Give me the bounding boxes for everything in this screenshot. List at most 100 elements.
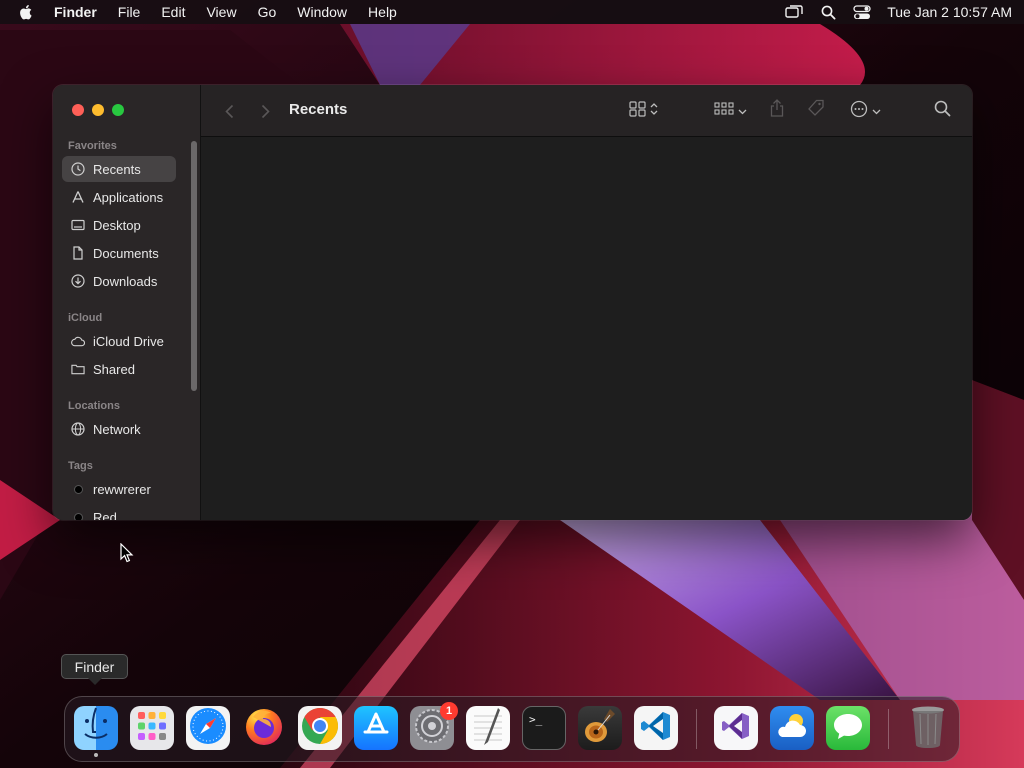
screen-mirroring-icon[interactable] — [785, 4, 803, 20]
maximize-button[interactable] — [112, 104, 124, 116]
dock-separator — [696, 709, 697, 749]
forward-button[interactable] — [257, 101, 273, 121]
chrome-icon — [300, 706, 340, 751]
share-button[interactable] — [767, 98, 787, 122]
sidebar-item-icloud-drive[interactable]: iCloud Drive — [62, 328, 176, 354]
sidebar-item-downloads[interactable]: Downloads — [62, 268, 176, 294]
dock-weather[interactable] — [770, 706, 814, 750]
close-button[interactable] — [72, 104, 84, 116]
tag-color-dot — [74, 484, 83, 494]
sidebar-item-label: Documents — [93, 245, 159, 261]
file-list-area[interactable] — [201, 138, 972, 520]
sidebar-section-favorites: Favorites — [68, 140, 117, 152]
dock-system-settings[interactable]: 1 — [410, 702, 458, 750]
control-center-icon[interactable] — [853, 4, 871, 20]
dock-separator — [888, 709, 889, 749]
dock-tooltip: Finder — [61, 654, 128, 685]
dock-messages[interactable] — [826, 706, 870, 750]
running-indicator — [94, 753, 98, 757]
sidebar-item-label: Downloads — [93, 273, 158, 289]
dock-app-store[interactable] — [354, 706, 398, 750]
sidebar-section-tags: Tags — [68, 460, 93, 472]
finder-sidebar: Favorites Recents Applications Desktop D… — [53, 85, 201, 520]
dock-terminal[interactable]: >_ — [522, 706, 566, 750]
chevron-down-icon — [738, 102, 747, 120]
download-icon — [71, 274, 85, 288]
sidebar-item-desktop[interactable]: Desktop — [62, 212, 176, 238]
messages-icon — [832, 711, 864, 746]
view-mode-button[interactable] — [623, 100, 663, 122]
sidebar-section-locations: Locations — [68, 400, 120, 412]
icon-grid-icon — [628, 100, 647, 122]
search-icon — [934, 100, 951, 122]
sidebar-tag-red[interactable]: Red — [62, 504, 176, 520]
spotlight-search-icon[interactable] — [819, 4, 837, 20]
dock-finder[interactable] — [74, 704, 118, 757]
group-by-button[interactable] — [711, 100, 749, 122]
menu-clock[interactable]: Tue Jan 2 10:57 AM — [887, 4, 1012, 20]
back-button[interactable] — [221, 101, 237, 121]
dock: 1 >_ — [64, 696, 960, 762]
finder-toolbar: Recents — [201, 85, 972, 137]
finder-window: Favorites Recents Applications Desktop D… — [53, 85, 972, 520]
menu-go[interactable]: Go — [258, 4, 277, 20]
clock-icon — [71, 162, 85, 176]
apple-menu-icon[interactable] — [18, 4, 34, 20]
weather-icon — [774, 710, 810, 747]
visual-studio-icon — [720, 710, 752, 747]
sidebar-item-label: Recents — [93, 161, 141, 177]
finder-icon — [74, 704, 118, 753]
document-icon — [71, 246, 85, 260]
chevron-updown-icon — [650, 102, 658, 121]
dock-chrome[interactable] — [298, 706, 342, 750]
sidebar-item-network[interactable]: Network — [62, 416, 176, 442]
terminal-icon: >_ — [529, 713, 543, 726]
sidebar-item-label: Desktop — [93, 217, 141, 233]
sidebar-item-label: Shared — [93, 361, 135, 377]
action-menu-button[interactable] — [847, 100, 883, 122]
sidebar-item-shared[interactable]: Shared — [62, 356, 176, 382]
menu-edit[interactable]: Edit — [161, 4, 185, 20]
menu-view[interactable]: View — [206, 4, 236, 20]
sidebar-item-applications[interactable]: Applications — [62, 184, 176, 210]
dock-visual-studio[interactable] — [714, 706, 758, 750]
sidebar-scrollbar[interactable] — [191, 141, 197, 391]
dock-launchpad[interactable] — [130, 706, 174, 750]
dock-safari[interactable] — [186, 706, 230, 750]
group-icon — [713, 101, 734, 121]
trash-icon — [908, 704, 948, 753]
ellipsis-circle-icon — [850, 100, 868, 123]
menu-help[interactable]: Help — [368, 4, 397, 20]
notification-badge: 1 — [440, 702, 458, 720]
firefox-icon — [243, 705, 285, 752]
menu-app-name[interactable]: Finder — [54, 4, 97, 20]
dock-vscode[interactable] — [634, 706, 678, 750]
menu-window[interactable]: Window — [297, 4, 347, 20]
dock-garageband[interactable] — [578, 706, 622, 750]
launchpad-icon — [135, 709, 169, 748]
window-title: Recents — [289, 101, 348, 118]
sidebar-item-label: Applications — [93, 189, 164, 205]
search-button[interactable] — [931, 100, 953, 122]
sidebar-item-label: Red — [93, 509, 117, 521]
sidebar-item-documents[interactable]: Documents — [62, 240, 176, 266]
textedit-icon — [468, 706, 508, 751]
sidebar-section-icloud: iCloud — [68, 312, 103, 324]
sidebar-item-label: iCloud Drive — [93, 333, 164, 349]
mouse-cursor-icon — [120, 542, 134, 568]
safari-icon — [188, 706, 228, 751]
share-icon — [770, 98, 784, 122]
window-controls — [72, 104, 124, 116]
cloud-icon — [71, 334, 85, 348]
sidebar-item-recents[interactable]: Recents — [62, 156, 176, 182]
sidebar-tag-rewwrerer[interactable]: rewwrerer — [62, 476, 176, 502]
applications-icon — [71, 190, 85, 204]
menu-file[interactable]: File — [118, 4, 141, 20]
dock-firefox[interactable] — [242, 706, 286, 750]
minimize-button[interactable] — [92, 104, 104, 116]
finder-content: Recents — [201, 85, 972, 520]
dock-textedit[interactable] — [466, 706, 510, 750]
sidebar-item-label: Network — [93, 421, 141, 437]
dock-trash[interactable] — [906, 706, 950, 750]
tag-button[interactable] — [805, 99, 827, 121]
